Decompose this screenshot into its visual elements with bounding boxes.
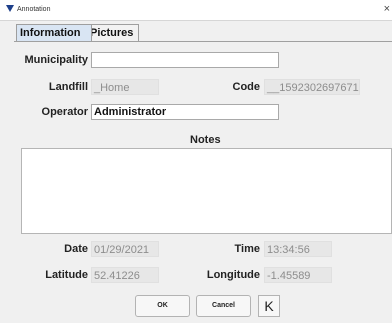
operator-label: Operator xyxy=(41,106,88,118)
time-label: Time xyxy=(234,243,260,255)
window-title: Annotation xyxy=(17,6,51,13)
notes-label: Notes xyxy=(190,134,221,146)
municipality-label: Municipality xyxy=(24,54,88,66)
date-field: 01/29/2021 xyxy=(91,241,159,257)
time-field: 13:34:56 xyxy=(264,241,332,257)
date-label: Date xyxy=(64,243,88,255)
longitude-field: -1.45589 xyxy=(264,267,332,283)
title-bar: Annotation × xyxy=(0,0,392,21)
ok-button[interactable]: OK xyxy=(135,295,190,317)
landfill-label: Landfill xyxy=(48,81,88,93)
tab-pictures[interactable]: Pictures xyxy=(86,24,139,41)
triangle-down-icon xyxy=(6,5,14,12)
tab-divider xyxy=(14,41,392,42)
longitude-label: Longitude xyxy=(206,269,260,281)
notes-textarea[interactable] xyxy=(21,148,392,234)
operator-field[interactable]: Administrator xyxy=(91,104,279,120)
latitude-label: Latitude xyxy=(45,269,88,281)
code-field: __1592302697671 xyxy=(264,79,360,95)
municipality-field[interactable] xyxy=(91,52,279,68)
cancel-button[interactable]: Cancel xyxy=(196,295,251,317)
k-button[interactable]: K xyxy=(258,295,280,317)
latitude-field: 52.41226 xyxy=(91,267,159,283)
landfill-field: _Home xyxy=(91,79,159,95)
tab-information[interactable]: Information xyxy=(16,24,92,41)
close-icon[interactable]: × xyxy=(384,3,390,15)
code-label: Code xyxy=(232,81,261,93)
